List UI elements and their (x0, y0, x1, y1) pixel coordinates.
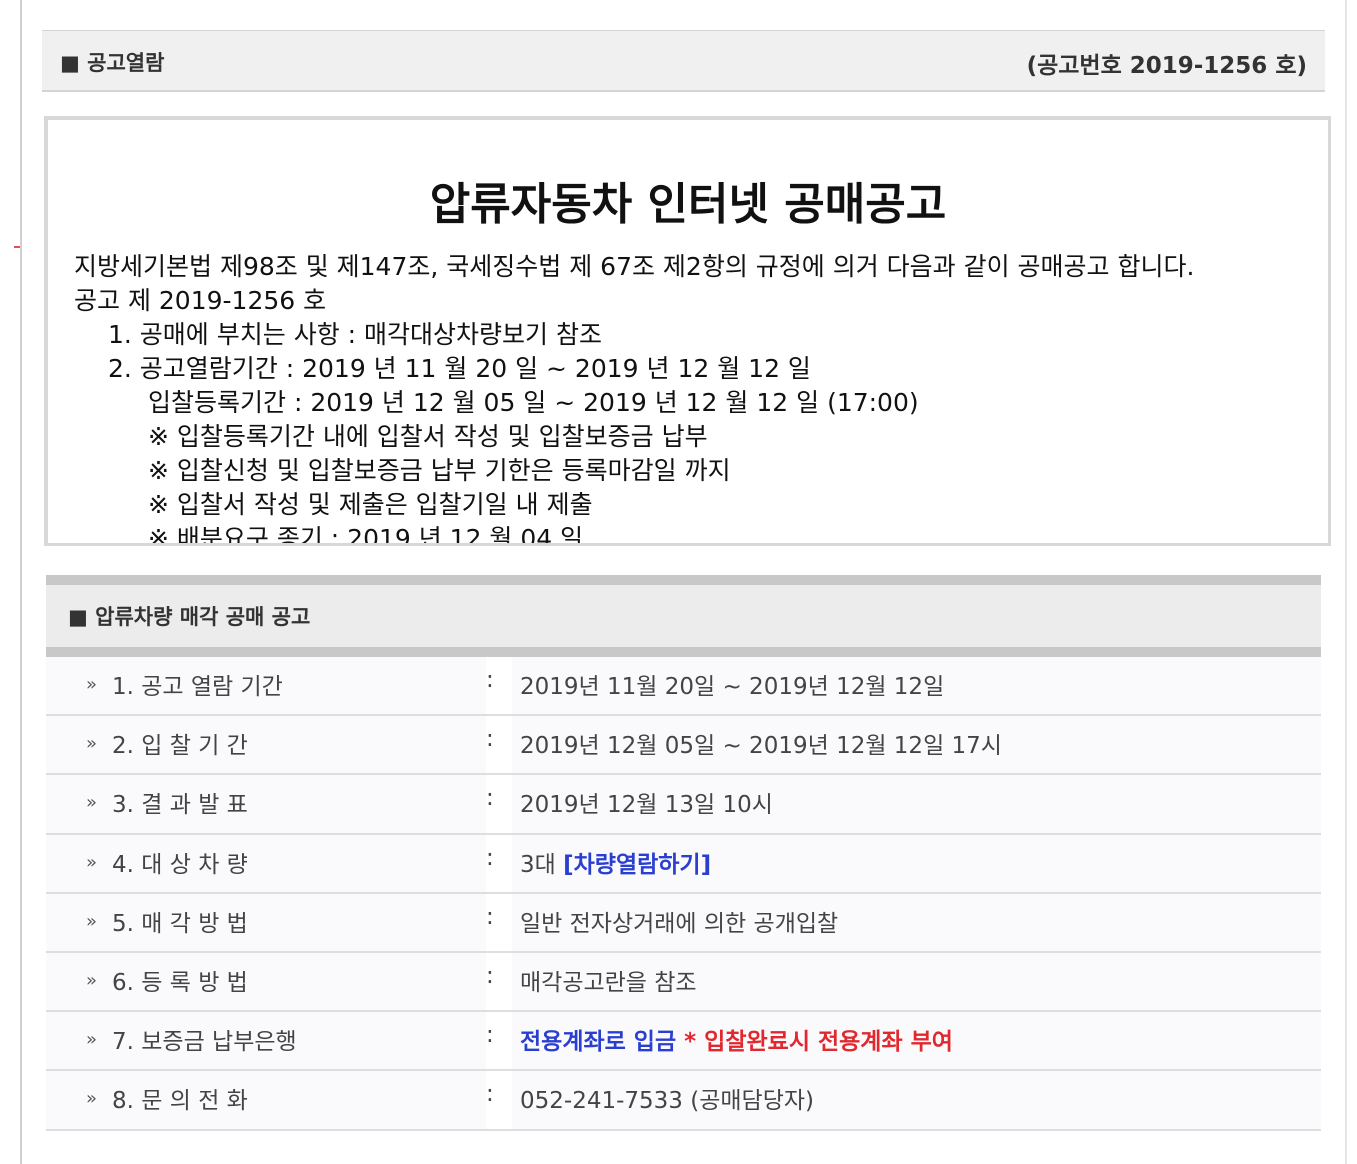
row-colon: : (486, 1022, 494, 1049)
double-chevron-icon: » (86, 910, 98, 932)
double-chevron-icon: » (86, 851, 98, 873)
row-colon: : (486, 785, 494, 812)
notice-line: ※ 입찰등록기간 내에 입찰서 작성 및 입찰보증금 납부 (148, 422, 708, 451)
table-row: » 2. 입 찰 기 간 : 2019년 12월 05일 ~ 2019년 12월… (46, 716, 1321, 776)
double-chevron-icon: » (86, 674, 98, 695)
info-table: » 1. 공고 열람 기간 : 2019년 11월 20일 ~ 2019년 12… (46, 657, 1321, 1131)
deposit-method: 전용계좌로 입금 (520, 1029, 677, 1056)
section-top-bar (46, 575, 1321, 585)
table-row: » 3. 결 과 발 표 : 2019년 12월 13일 10시 (46, 775, 1321, 835)
vehicle-count: 3대 (520, 851, 564, 878)
double-chevron-icon: » (86, 733, 98, 755)
row-value: 일반 전자상거래에 의한 공개입찰 (520, 910, 839, 937)
notice-line: 지방세기본법 제98조 및 제147조, 국세징수법 제 67조 제2항의 규정… (74, 252, 1195, 281)
notice-line: 2. 공고열람기간 : 2019 년 11 월 20 일 ~ 2019 년 12… (108, 354, 811, 383)
left-marker (14, 246, 20, 248)
row-value: 2019년 12월 05일 ~ 2019년 12월 12일 17시 (520, 733, 1002, 760)
sale-section-header: ■ 압류차량 매각 공매 공고 (46, 585, 1321, 647)
table-row: » 5. 매 각 방 법 : 일반 전자상거래에 의한 공개입찰 (46, 893, 1321, 953)
notice-line: 입찰등록기간 : 2019 년 12 월 05 일 ~ 2019 년 12 월 … (148, 388, 919, 417)
row-value-group: 3대 [차량열람하기] (520, 845, 711, 879)
row-colon: : (486, 726, 494, 753)
section-bottom-bar (46, 647, 1321, 657)
row-colon: : (486, 844, 494, 871)
row-value: 2019년 11월 20일 ~ 2019년 12월 12일 (520, 674, 945, 700)
row-value: 052-241-7533 (공매담당자) (520, 1088, 814, 1115)
view-vehicles-link[interactable]: [차량열람하기] (563, 852, 711, 878)
row-colon: : (486, 667, 494, 693)
notice-line: ※ 입찰신청 및 입찰보증금 납부 기한은 등록마감일 까지 (148, 456, 731, 485)
notice-content-box[interactable]: 압류자동차 인터넷 공매공고 지방세기본법 제98조 및 제147조, 국세징수… (44, 116, 1331, 546)
table-row: » 8. 문 의 전 화 : 052-241-7533 (공매담당자) (46, 1071, 1321, 1131)
double-chevron-icon: » (86, 969, 98, 991)
row-label: 8. 문 의 전 화 (112, 1088, 248, 1115)
row-value-group: 전용계좌로 입금 * 입찰완료시 전용계좌 부여 (520, 1022, 953, 1056)
row-label: 4. 대 상 차 량 (112, 851, 248, 878)
row-label: 5. 매 각 방 법 (112, 910, 248, 937)
row-colon: : (486, 903, 494, 930)
notice-number: (공고번호 2019-1256 호) (1026, 53, 1307, 79)
row-label: 1. 공고 열람 기간 (112, 674, 283, 700)
row-colon: : (486, 1081, 494, 1108)
sale-section-title: ■ 압류차량 매각 공매 공고 (68, 605, 311, 629)
notice-line: 공고 제 2019-1256 호 (74, 286, 327, 315)
row-colon: : (486, 962, 494, 989)
table-row: » 7. 보증금 납부은행 : 전용계좌로 입금 * 입찰완료시 전용계좌 부여 (46, 1012, 1321, 1072)
left-divider (20, 0, 22, 1164)
page: ■ 공고열람 (공고번호 2019-1256 호) 압류자동차 인터넷 공매공고… (0, 0, 1357, 1164)
right-divider (1345, 0, 1347, 1164)
notice-line: 1. 공매에 부치는 사항 : 매각대상차량보기 참조 (108, 320, 602, 349)
deposit-note: * 입찰완료시 전용계좌 부여 (676, 1029, 953, 1056)
row-label: 7. 보증금 납부은행 (112, 1029, 297, 1056)
double-chevron-icon: » (86, 1088, 98, 1110)
row-label: 2. 입 찰 기 간 (112, 733, 248, 760)
table-row: » 1. 공고 열람 기간 : 2019년 11월 20일 ~ 2019년 12… (46, 657, 1321, 717)
table-row: » 4. 대 상 차 량 : 3대 [차량열람하기] (46, 834, 1321, 894)
row-label: 6. 등 록 방 법 (112, 969, 248, 996)
notice-body: 지방세기본법 제98조 및 제147조, 국세징수법 제 67조 제2항의 규정… (74, 250, 1195, 546)
notice-heading: 압류자동차 인터넷 공매공고 (429, 179, 947, 230)
notice-line: ※ 배분요구 종기 : 2019 년 12 월 04 일 (148, 524, 584, 546)
notice-header-bar: ■ 공고열람 (공고번호 2019-1256 호) (42, 30, 1325, 92)
row-label: 3. 결 과 발 표 (112, 792, 248, 819)
section-title: ■ 공고열람 (60, 51, 165, 75)
row-value: 2019년 12월 13일 10시 (520, 792, 773, 819)
table-row: » 6. 등 록 방 법 : 매각공고란을 참조 (46, 952, 1321, 1013)
double-chevron-icon: » (86, 792, 98, 814)
notice-line: ※ 입찰서 작성 및 제출은 입찰기일 내 제출 (148, 490, 593, 519)
double-chevron-icon: » (86, 1029, 98, 1051)
row-value: 매각공고란을 참조 (520, 969, 697, 996)
